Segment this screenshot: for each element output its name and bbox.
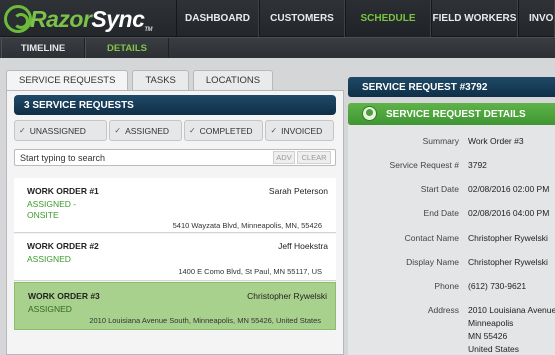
nav-dashboard[interactable]: DASHBOARD [176,0,259,37]
status-label: ASSIGNED [28,304,72,314]
filter-invoiced[interactable]: ✓ INVOICED [265,120,334,141]
address-text: 2010 Louisiana Avenue South, Minneapolis… [89,316,321,325]
contact-name-label: Contact Name [404,233,459,243]
end-date-label: End Date [423,208,459,218]
search-box[interactable]: Start typing to search ADV CLEAR [14,149,336,166]
nav-field-workers[interactable]: FIELD WORKERS [431,0,518,37]
summary-label: Summary [422,136,459,146]
status-label: ASSIGNED - ONSITE [27,199,77,220]
service-request-header: SERVICE REQUEST #3792 [348,77,555,97]
nav-customers[interactable]: CUSTOMERS [259,0,345,37]
address-line-4: United States [468,344,520,354]
filter-label: COMPLETED [199,125,253,136]
details-subheader: SERVICE REQUEST DETAILS [348,103,555,125]
contact-name-value: Christopher Rywelski [468,233,548,243]
sub-nav: TIMELINE DETAILS [0,38,555,59]
address-label: Address [427,305,459,315]
filter-unassigned[interactable]: ✓ UNASSIGNED [14,120,108,141]
logo-sync-text: Sync [91,6,145,32]
logo-tm-text: TM [144,27,153,33]
nav-schedule[interactable]: SCHEDULE [345,0,431,37]
start-date-value: 02/08/2016 02:00 PM [468,184,550,194]
display-name-label: Display Name [406,257,459,267]
work-order-title: WORK ORDER #1 [27,186,99,196]
status-label: ASSIGNED [27,254,71,264]
logo-razor-text: Razor [30,6,92,32]
search-input[interactable]: Start typing to search [20,153,105,163]
assignee-name: Sarah Peterson [268,186,328,196]
display-name-value: Christopher Rywelski [468,257,548,267]
filter-assigned[interactable]: ✓ ASSIGNED [109,120,182,141]
razorsync-logo[interactable]: RazorSyncTM [0,0,176,37]
subnav-details[interactable]: DETAILS [85,38,169,59]
assignee-name: Jeff Hoekstra [278,241,328,251]
end-date-value: 02/08/2016 04:00 PM [468,208,550,218]
sub-nav-bar: TIMELINE DETAILS [0,37,555,59]
request-number-value: 3792 [468,160,487,170]
main-nav: DASHBOARD CUSTOMERS SCHEDULE FIELD WORKE… [176,0,555,37]
service-request-list: WORK ORDER #1 Sarah Peterson ASSIGNED - … [14,178,336,355]
phone-label: Phone [434,281,459,291]
work-order-title: WORK ORDER #2 [27,241,99,251]
razorsync-logo-icon [4,5,32,33]
left-tabs: SERVICE REQUESTS TASKS LOCATIONS [6,70,277,90]
status-filters: ✓ UNASSIGNED ✓ ASSIGNED ✓ COMPLETED ✓ IN… [14,120,336,141]
address-line-1: 2010 Louisiana Avenue [468,305,555,315]
address-line-3: MN 55426 [468,331,508,341]
clear-search-button[interactable]: CLEAR [297,151,331,164]
summary-value: Work Order #3 [468,136,524,146]
details-icon [362,106,377,121]
address-text: 1400 E Como Blvd, St Paul, MN 55117, US [178,267,322,276]
work-order-title: WORK ORDER #3 [28,291,100,301]
filter-label: ASSIGNED [125,125,170,136]
subnav-timeline[interactable]: TIMELINE [1,38,85,59]
requests-count-header: 3 SERVICE REQUESTS [14,95,336,115]
filter-completed[interactable]: ✓ COMPLETED [183,120,264,141]
logo-text: RazorSyncTM [30,6,153,33]
tab-locations[interactable]: LOCATIONS [192,70,274,90]
address-line-2: Minneapolis [468,318,514,328]
tab-service-requests[interactable]: SERVICE REQUESTS [6,70,129,90]
details-subheader-label: SERVICE REQUEST DETAILS [386,108,526,120]
nav-invoices[interactable]: INVO [518,0,555,37]
checkmark-icon: ✓ [270,126,278,135]
checkmark-icon: ✓ [19,126,26,135]
checkmark-icon: ✓ [188,126,196,135]
advanced-search-button[interactable]: ADV [273,151,295,164]
checkmark-icon: ✓ [114,126,122,135]
address-text: 5410 Wayzata Blvd, Minneapolis, MN, 5542… [172,221,322,230]
list-item[interactable]: WORK ORDER #2 Jeff Hoekstra ASSIGNED 140… [14,234,336,281]
top-bar: RazorSyncTM DASHBOARD CUSTOMERS SCHEDULE… [0,0,555,37]
filter-label: UNASSIGNED [29,125,86,136]
filter-label: INVOICED [281,125,323,136]
start-date-label: Start Date [420,184,459,194]
list-item[interactable]: WORK ORDER #1 Sarah Peterson ASSIGNED - … [14,178,336,233]
phone-value: (612) 730-9621 [468,281,527,291]
request-number-label: Service Request # [389,160,459,170]
list-item-selected[interactable]: WORK ORDER #3 Christopher Rywelski ASSIG… [14,282,336,330]
tab-tasks[interactable]: TASKS [132,70,189,90]
assignee-name: Christopher Rywelski [247,291,327,301]
